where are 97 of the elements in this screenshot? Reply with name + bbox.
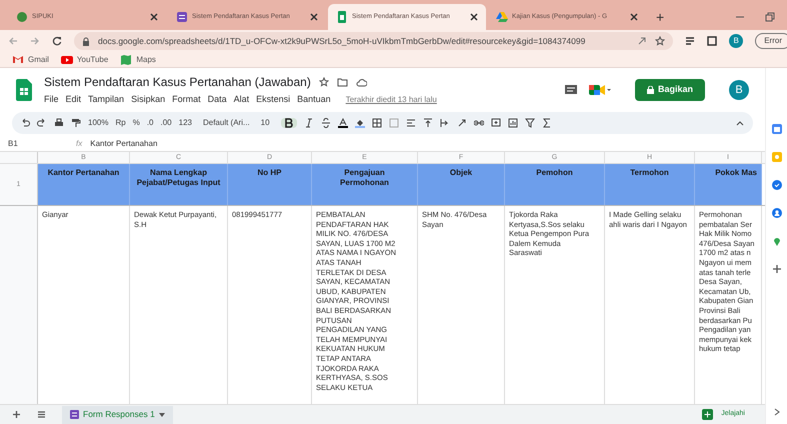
number-format-button[interactable]: 123 (178, 117, 192, 129)
menu-item[interactable]: File (44, 93, 59, 107)
share-button[interactable]: Bagikan (634, 79, 705, 101)
redo-icon[interactable] (37, 118, 47, 128)
undo-icon[interactable] (20, 118, 30, 128)
comment-icon[interactable] (564, 85, 577, 95)
bold-icon (284, 118, 293, 128)
paint-format-icon[interactable] (71, 118, 81, 128)
menu-item[interactable]: Format (172, 93, 201, 107)
new-tab-button[interactable]: + (648, 4, 672, 30)
font-select[interactable]: Default (Ari... (202, 117, 250, 129)
name-box[interactable]: B1 (8, 138, 68, 150)
star-icon[interactable] (655, 36, 666, 46)
bold-button[interactable] (280, 118, 297, 128)
close-icon[interactable] (630, 13, 638, 21)
profile-avatar[interactable]: B (729, 34, 744, 48)
contacts-icon[interactable] (772, 208, 782, 218)
document-title[interactable]: Sistem Pendaftaran Kasus Pertanahan (Jawaban) (44, 73, 311, 92)
close-icon[interactable] (150, 13, 158, 21)
print-icon[interactable] (54, 118, 64, 128)
site-icon (16, 11, 28, 23)
sheet-tab[interactable]: Form Responses 1 (62, 406, 173, 424)
star-icon[interactable] (318, 77, 329, 88)
italic-icon[interactable] (304, 118, 314, 128)
chart-icon[interactable] (508, 118, 518, 128)
borders-icon[interactable] (372, 118, 382, 128)
menu-item[interactable]: Bantuan (297, 93, 331, 107)
playlist-icon[interactable] (685, 36, 696, 46)
cloud-icon[interactable] (356, 78, 367, 87)
map-pin-icon[interactable] (772, 236, 780, 246)
add-icon[interactable] (772, 264, 782, 274)
triangle-logo-icon (496, 11, 508, 23)
text-color-icon[interactable] (338, 118, 348, 128)
valign-icon[interactable] (422, 118, 433, 128)
form-icon (176, 11, 188, 23)
lock-icon (82, 36, 90, 46)
menu-item[interactable]: Alat (234, 93, 250, 107)
share-icon[interactable] (637, 36, 648, 46)
bookmark-link[interactable]: Gmail (12, 54, 49, 66)
explore-icon (702, 409, 714, 420)
menu-item[interactable]: Ekstensi (256, 93, 290, 107)
percent-button[interactable]: % (132, 117, 140, 129)
folder-icon[interactable] (336, 78, 348, 87)
spreadsheet-icon (336, 11, 348, 23)
menu-item[interactable]: Data (208, 93, 227, 107)
wrap-icon[interactable] (440, 118, 450, 128)
header-cell: No HP (228, 164, 312, 205)
lock-icon (646, 86, 654, 94)
menu-item[interactable]: Sisipkan (131, 93, 166, 107)
reload-icon[interactable] (52, 36, 62, 46)
form-icon (70, 410, 79, 419)
currency-button[interactable]: Rp (115, 117, 126, 129)
last-edit-link[interactable]: Terakhir diedit 13 hari lalu (346, 94, 437, 106)
menu-item[interactable]: Tampilan (88, 93, 124, 107)
error-button[interactable]: Error (755, 33, 787, 49)
add-sheet-icon[interactable] (12, 410, 21, 419)
video-call-icon[interactable] (588, 84, 611, 96)
close-icon[interactable] (310, 13, 318, 21)
map-icon (120, 54, 132, 66)
formula-input[interactable]: Kantor Pertanahan (90, 138, 757, 150)
menu-item[interactable]: Edit (66, 93, 82, 107)
rotate-icon[interactable] (456, 118, 467, 128)
link-icon[interactable] (474, 118, 484, 128)
url-text: docs.google.com/spreadsheets/d/1TD_u-OFCw-xt2k9uPWSrL5o_5moH-uVIkbmTmbGerbDw/edit#resourcekey&gid=1084374099 (98, 34, 586, 48)
caret-icon (158, 412, 165, 416)
header-cell: Kantor Pertanahan (38, 164, 130, 205)
address-bar[interactable]: docs.google.com/spreadsheets/d/1TD_u-OFCw-xt2k9uPWSrL5o_5moH-uVIkbmTmbGerbDw/edit#resourcekey&gid=1084374099 (74, 32, 674, 50)
comment-add-icon[interactable] (490, 118, 501, 128)
decrease-decimal-button[interactable]: .0 (146, 117, 154, 129)
sidebar-icon[interactable] (707, 36, 718, 46)
header-cell: Pemohon (505, 164, 605, 205)
strikethrough-icon[interactable] (320, 118, 331, 128)
font-size-select[interactable]: 10 (256, 117, 274, 129)
calendar-icon[interactable] (772, 124, 782, 134)
expand-icon[interactable] (774, 408, 780, 416)
account-avatar[interactable]: B (729, 80, 749, 100)
sheet-list-icon[interactable] (37, 410, 46, 419)
increase-decimal-button[interactable]: .00 (160, 117, 172, 129)
spreadsheet-logo-icon (16, 79, 32, 101)
fill-color-icon[interactable] (354, 118, 365, 128)
tasks-icon[interactable] (772, 180, 782, 190)
zoom-select[interactable]: 100% (88, 117, 108, 129)
align-icon[interactable] (406, 118, 416, 128)
header-cell: Pengajuan Permohonan (312, 164, 418, 205)
sum-icon[interactable] (542, 118, 552, 128)
bookmark-link[interactable]: Maps (120, 54, 156, 66)
header-cell: Objek (418, 164, 505, 205)
play-icon (60, 54, 73, 66)
header-cell: Nama Lengkap Pejabat/Petugas Input (130, 164, 228, 205)
filter-icon[interactable] (524, 118, 535, 128)
mail-icon (12, 54, 24, 66)
close-icon[interactable] (470, 13, 478, 21)
restore-icon[interactable] (765, 12, 775, 22)
header-cell: Termohon (605, 164, 695, 205)
function-label: fx (76, 138, 82, 150)
bookmark-link[interactable]: YouTube (60, 54, 108, 66)
header-cell: Pokok Mas (695, 164, 762, 205)
